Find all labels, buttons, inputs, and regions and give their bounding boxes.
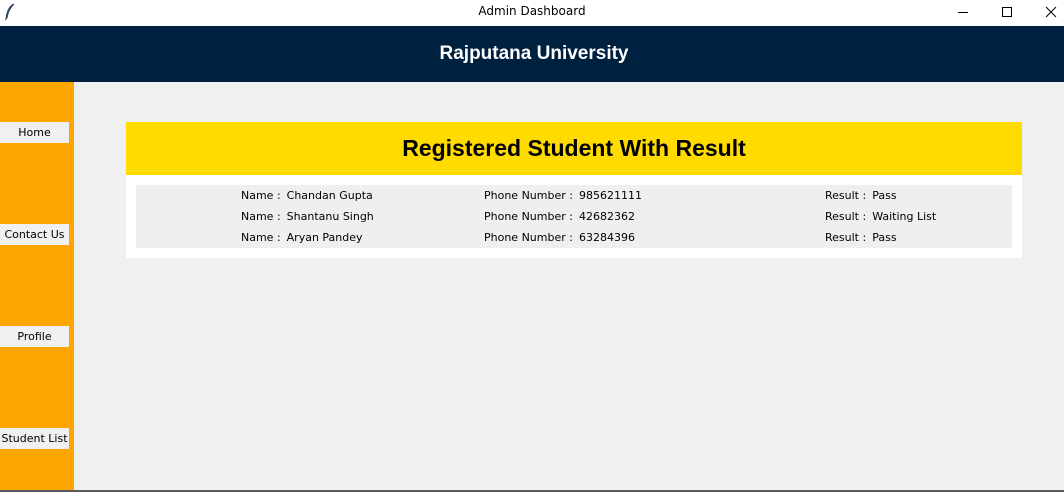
name-cell: Name : Shantanu Singh — [241, 206, 374, 227]
phone-cell: Phone Number : 985621111 — [484, 185, 642, 206]
result-cell: Result : Pass — [825, 185, 897, 206]
student-list-button[interactable]: Student List — [0, 428, 69, 449]
window-titlebar: Admin Dashboard — [0, 0, 1064, 26]
name-cell: Name : Chandan Gupta — [241, 185, 373, 206]
student-name: Shantanu Singh — [286, 210, 374, 223]
result-cell: Result : Waiting List — [825, 206, 936, 227]
name-label: Name : — [241, 231, 281, 244]
result-label: Result : — [825, 231, 867, 244]
app-header: Rajputana University — [0, 26, 1064, 82]
student-result: Pass — [872, 231, 897, 244]
phone-cell: Phone Number : 63284396 — [484, 227, 635, 248]
student-row: Name : Chandan Gupta Phone Number : 985621… — [136, 185, 1012, 206]
minimize-icon[interactable] — [940, 0, 986, 24]
student-name: Aryan Pandey — [286, 231, 363, 244]
student-phone: 42682362 — [578, 210, 635, 223]
student-result: Waiting List — [872, 210, 937, 223]
heading-banner: Registered Student With Result — [126, 122, 1022, 175]
result-cell: Result : Pass — [825, 227, 897, 248]
student-result: Pass — [872, 189, 897, 202]
phone-cell: Phone Number : 42682362 — [484, 206, 635, 227]
home-button[interactable]: Home — [0, 122, 69, 143]
profile-button[interactable]: Profile — [0, 326, 69, 347]
window-title: Admin Dashboard — [478, 4, 586, 18]
phone-label: Phone Number : — [484, 210, 573, 223]
result-label: Result : — [825, 189, 867, 202]
student-row: Name : Aryan Pandey Phone Number : 6328439… — [136, 227, 1012, 248]
close-icon[interactable] — [1028, 0, 1064, 24]
result-label: Result : — [825, 210, 867, 223]
sidebar: Home Contact Us Profile Student List — [0, 82, 74, 490]
student-name: Chandan Gupta — [286, 189, 373, 202]
page-title: Registered Student With Result — [402, 135, 746, 161]
student-phone: 985621111 — [578, 189, 642, 202]
phone-label: Phone Number : — [484, 231, 573, 244]
name-label: Name : — [241, 189, 281, 202]
student-phone: 63284396 — [578, 231, 635, 244]
student-row: Name : Shantanu Singh Phone Number : 42682… — [136, 206, 1012, 227]
results-card: Registered Student With Result Name : Cha… — [126, 122, 1022, 258]
maximize-icon[interactable] — [984, 0, 1030, 24]
university-title: Rajputana University — [439, 43, 629, 64]
name-label: Name : — [241, 210, 281, 223]
phone-label: Phone Number : — [484, 189, 573, 202]
name-cell: Name : Aryan Pandey — [241, 227, 363, 248]
contact-us-button[interactable]: Contact Us — [0, 224, 69, 245]
student-list: Name : Chandan Gupta Phone Number : 985621… — [136, 185, 1012, 248]
